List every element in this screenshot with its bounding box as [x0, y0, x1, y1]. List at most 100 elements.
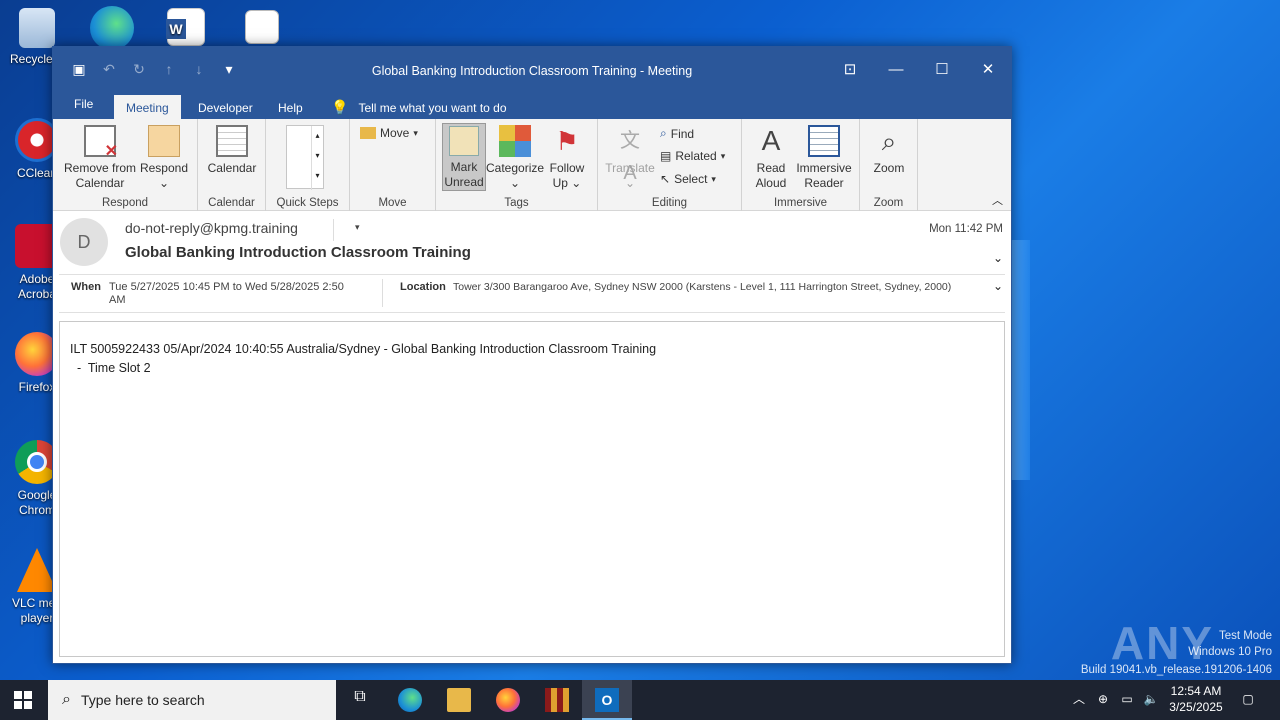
- read-aloud-icon: A: [761, 125, 781, 156]
- tab-developer[interactable]: Developer: [198, 97, 253, 119]
- tab-help[interactable]: Help: [278, 97, 303, 119]
- message-body[interactable]: ILT 5005922433 05/Apr/2024 10:40:55 Aust…: [59, 321, 1005, 657]
- outlook-taskbar-button[interactable]: O: [582, 680, 632, 720]
- volume-icon[interactable]: 🔈: [1142, 691, 1160, 720]
- group-label: Move: [378, 197, 407, 209]
- collapse-ribbon-icon[interactable]: ︿: [992, 192, 1003, 208]
- respond-envelope-icon: [148, 125, 180, 157]
- read-aloud-button[interactable]: A Read Aloud: [748, 125, 794, 191]
- desktop-light-beam: [1010, 240, 1030, 480]
- file-explorer-icon[interactable]: [447, 688, 471, 712]
- winrar-taskbar-icon[interactable]: [545, 688, 569, 712]
- magnifier-icon: ⌕: [881, 126, 897, 156]
- quick-steps-gallery[interactable]: ▴ ▾ ▾: [286, 125, 324, 190]
- group-move: Move ▾ Move: [350, 119, 436, 211]
- cursor-icon: ↖: [660, 172, 671, 186]
- group-label: Zoom: [873, 197, 904, 209]
- flag-icon: ⚑: [555, 126, 579, 156]
- group-label: Editing: [651, 197, 688, 209]
- close-button[interactable]: ✕: [965, 47, 1011, 91]
- related-icon: ▤: [660, 149, 672, 163]
- group-immersive: A Read Aloud Immersive Reader Immersive: [742, 119, 860, 211]
- immersive-reader-button[interactable]: Immersive Reader: [792, 125, 856, 191]
- show-hidden-icons-icon[interactable]: ︿: [1070, 691, 1088, 720]
- word-document-icon: W: [166, 8, 205, 46]
- maximize-button[interactable]: ☐: [919, 47, 965, 91]
- search-icon: ⌕: [660, 126, 667, 140]
- vlc-icon: [17, 548, 57, 592]
- build-text: Build 19041.vb_release.191206-1406: [1080, 664, 1272, 676]
- expand-header-icon[interactable]: ⌄: [993, 251, 1003, 265]
- group-label: Quick Steps: [276, 197, 339, 209]
- body-line: - Time Slot 2: [70, 361, 151, 375]
- notifications-icon[interactable]: ▢: [1238, 691, 1258, 720]
- message-date: Mon 11:42 PM: [929, 223, 1003, 235]
- firefox-taskbar-icon[interactable]: [496, 688, 520, 712]
- tell-me-label: Tell me what you want to do: [358, 100, 507, 115]
- related-button[interactable]: ▤ Related ▾: [660, 149, 725, 163]
- message-header: D do-not-reply@kpmg.training ▾ Global Ba…: [53, 211, 1011, 321]
- desktop-icon-image-file[interactable]: [242, 10, 282, 48]
- minimize-button[interactable]: —: [873, 47, 919, 91]
- clock-time: 12:54 AM: [1170, 684, 1222, 698]
- task-view-icon[interactable]: ⧉: [348, 688, 372, 712]
- group-respond: ✕ Remove from Calendar Respond ⌄ Respond: [53, 119, 198, 211]
- group-zoom: ⌕ Zoom Zoom: [860, 119, 918, 211]
- lightbulb-icon: 💡: [331, 99, 349, 115]
- taskbar-search-box[interactable]: ⌕ Type here to search: [48, 680, 336, 720]
- tab-meeting[interactable]: Meeting: [114, 95, 181, 119]
- desktop-icon-word-doc[interactable]: W: [164, 8, 208, 50]
- desktop-icon-label: CClean: [16, 166, 58, 180]
- calendar-icon: [216, 125, 248, 157]
- tell-me-box[interactable]: 💡 Tell me what you want to do: [331, 99, 507, 116]
- ribbon-display-options-icon[interactable]: ⊡: [827, 47, 873, 91]
- outlook-meeting-window: ▣ ↶ ↻ ↑ ↓ ▾ Global Banking Introduction …: [52, 46, 1012, 664]
- translate-button[interactable]: 文A Translate ⌄: [604, 125, 656, 191]
- group-label: Respond: [101, 197, 149, 209]
- select-button[interactable]: ↖ Select ▾: [660, 172, 716, 186]
- network-icon[interactable]: ▭: [1118, 691, 1136, 720]
- zoom-button[interactable]: ⌕ Zoom: [868, 125, 910, 176]
- start-button[interactable]: [14, 691, 32, 709]
- remove-from-calendar-button[interactable]: ✕ Remove from Calendar: [61, 125, 139, 191]
- group-editing: 文A Translate ⌄ ⌕ Find ▤ Related ▾ ↖ Select ▾ E…: [598, 119, 742, 211]
- mark-unread-button[interactable]: Mark Unread: [442, 123, 486, 191]
- group-label: Immersive: [773, 197, 828, 209]
- envelope-icon: [449, 126, 479, 156]
- recycle-bin-icon: [19, 8, 55, 48]
- location-label: Location: [400, 281, 446, 293]
- move-button[interactable]: Move ▾: [360, 126, 418, 140]
- group-label: Tags: [504, 197, 529, 209]
- title-bar: ▣ ↶ ↻ ↑ ↓ ▾ Global Banking Introduction …: [53, 47, 1011, 97]
- message-subject: Global Banking Introduction Classroom Tr…: [125, 244, 471, 261]
- group-calendar: Calendar Calendar: [198, 119, 266, 211]
- clock[interactable]: 12:54 AM 3/25/2025: [1162, 683, 1230, 720]
- desktop-icon-label: Firefox: [18, 380, 56, 394]
- when-value: Tue 5/27/2025 10:45 PM to Wed 5/28/2025 …: [109, 281, 344, 306]
- folder-icon: [360, 127, 376, 139]
- avatar: D: [60, 218, 108, 266]
- group-quick-steps: ▴ ▾ ▾ Quick Steps: [266, 119, 350, 211]
- watermark: ANY RUN Test Mode Windows 10 Pro Build 1…: [1012, 616, 1272, 720]
- edge-taskbar-icon[interactable]: [398, 688, 422, 712]
- categorize-button[interactable]: Categorize ⌄: [486, 125, 544, 191]
- follow-up-button[interactable]: ⚑ Follow Up ⌄: [544, 125, 590, 191]
- sender-address[interactable]: do-not-reply@kpmg.training: [125, 220, 298, 236]
- find-button[interactable]: ⌕ Find: [660, 126, 694, 141]
- ribbon-tabs: File Meeting Developer Help 💡 Tell me wh…: [53, 95, 1011, 119]
- calendar-button[interactable]: Calendar: [206, 125, 258, 176]
- group-label: Calendar: [208, 197, 255, 209]
- image-file-icon: [245, 10, 279, 44]
- immersive-reader-icon: [808, 125, 840, 157]
- categorize-icon: [499, 125, 531, 157]
- clock-date: 3/25/2025: [1169, 700, 1223, 714]
- translate-icon: 文A: [620, 130, 640, 184]
- network-device-icon[interactable]: ⊕: [1094, 691, 1112, 720]
- location-expand-icon[interactable]: ⌄: [993, 279, 1003, 293]
- respond-button[interactable]: Respond ⌄: [139, 125, 189, 191]
- body-line: ILT 5005922433 05/Apr/2024 10:40:55 Aust…: [70, 342, 657, 356]
- sender-dropdown-icon[interactable]: ▾: [355, 222, 360, 233]
- tab-file[interactable]: File: [74, 97, 93, 119]
- edge-icon: [90, 6, 134, 50]
- group-tags: Mark Unread Categorize ⌄ ⚑ Follow Up ⌄ Tags: [436, 119, 598, 211]
